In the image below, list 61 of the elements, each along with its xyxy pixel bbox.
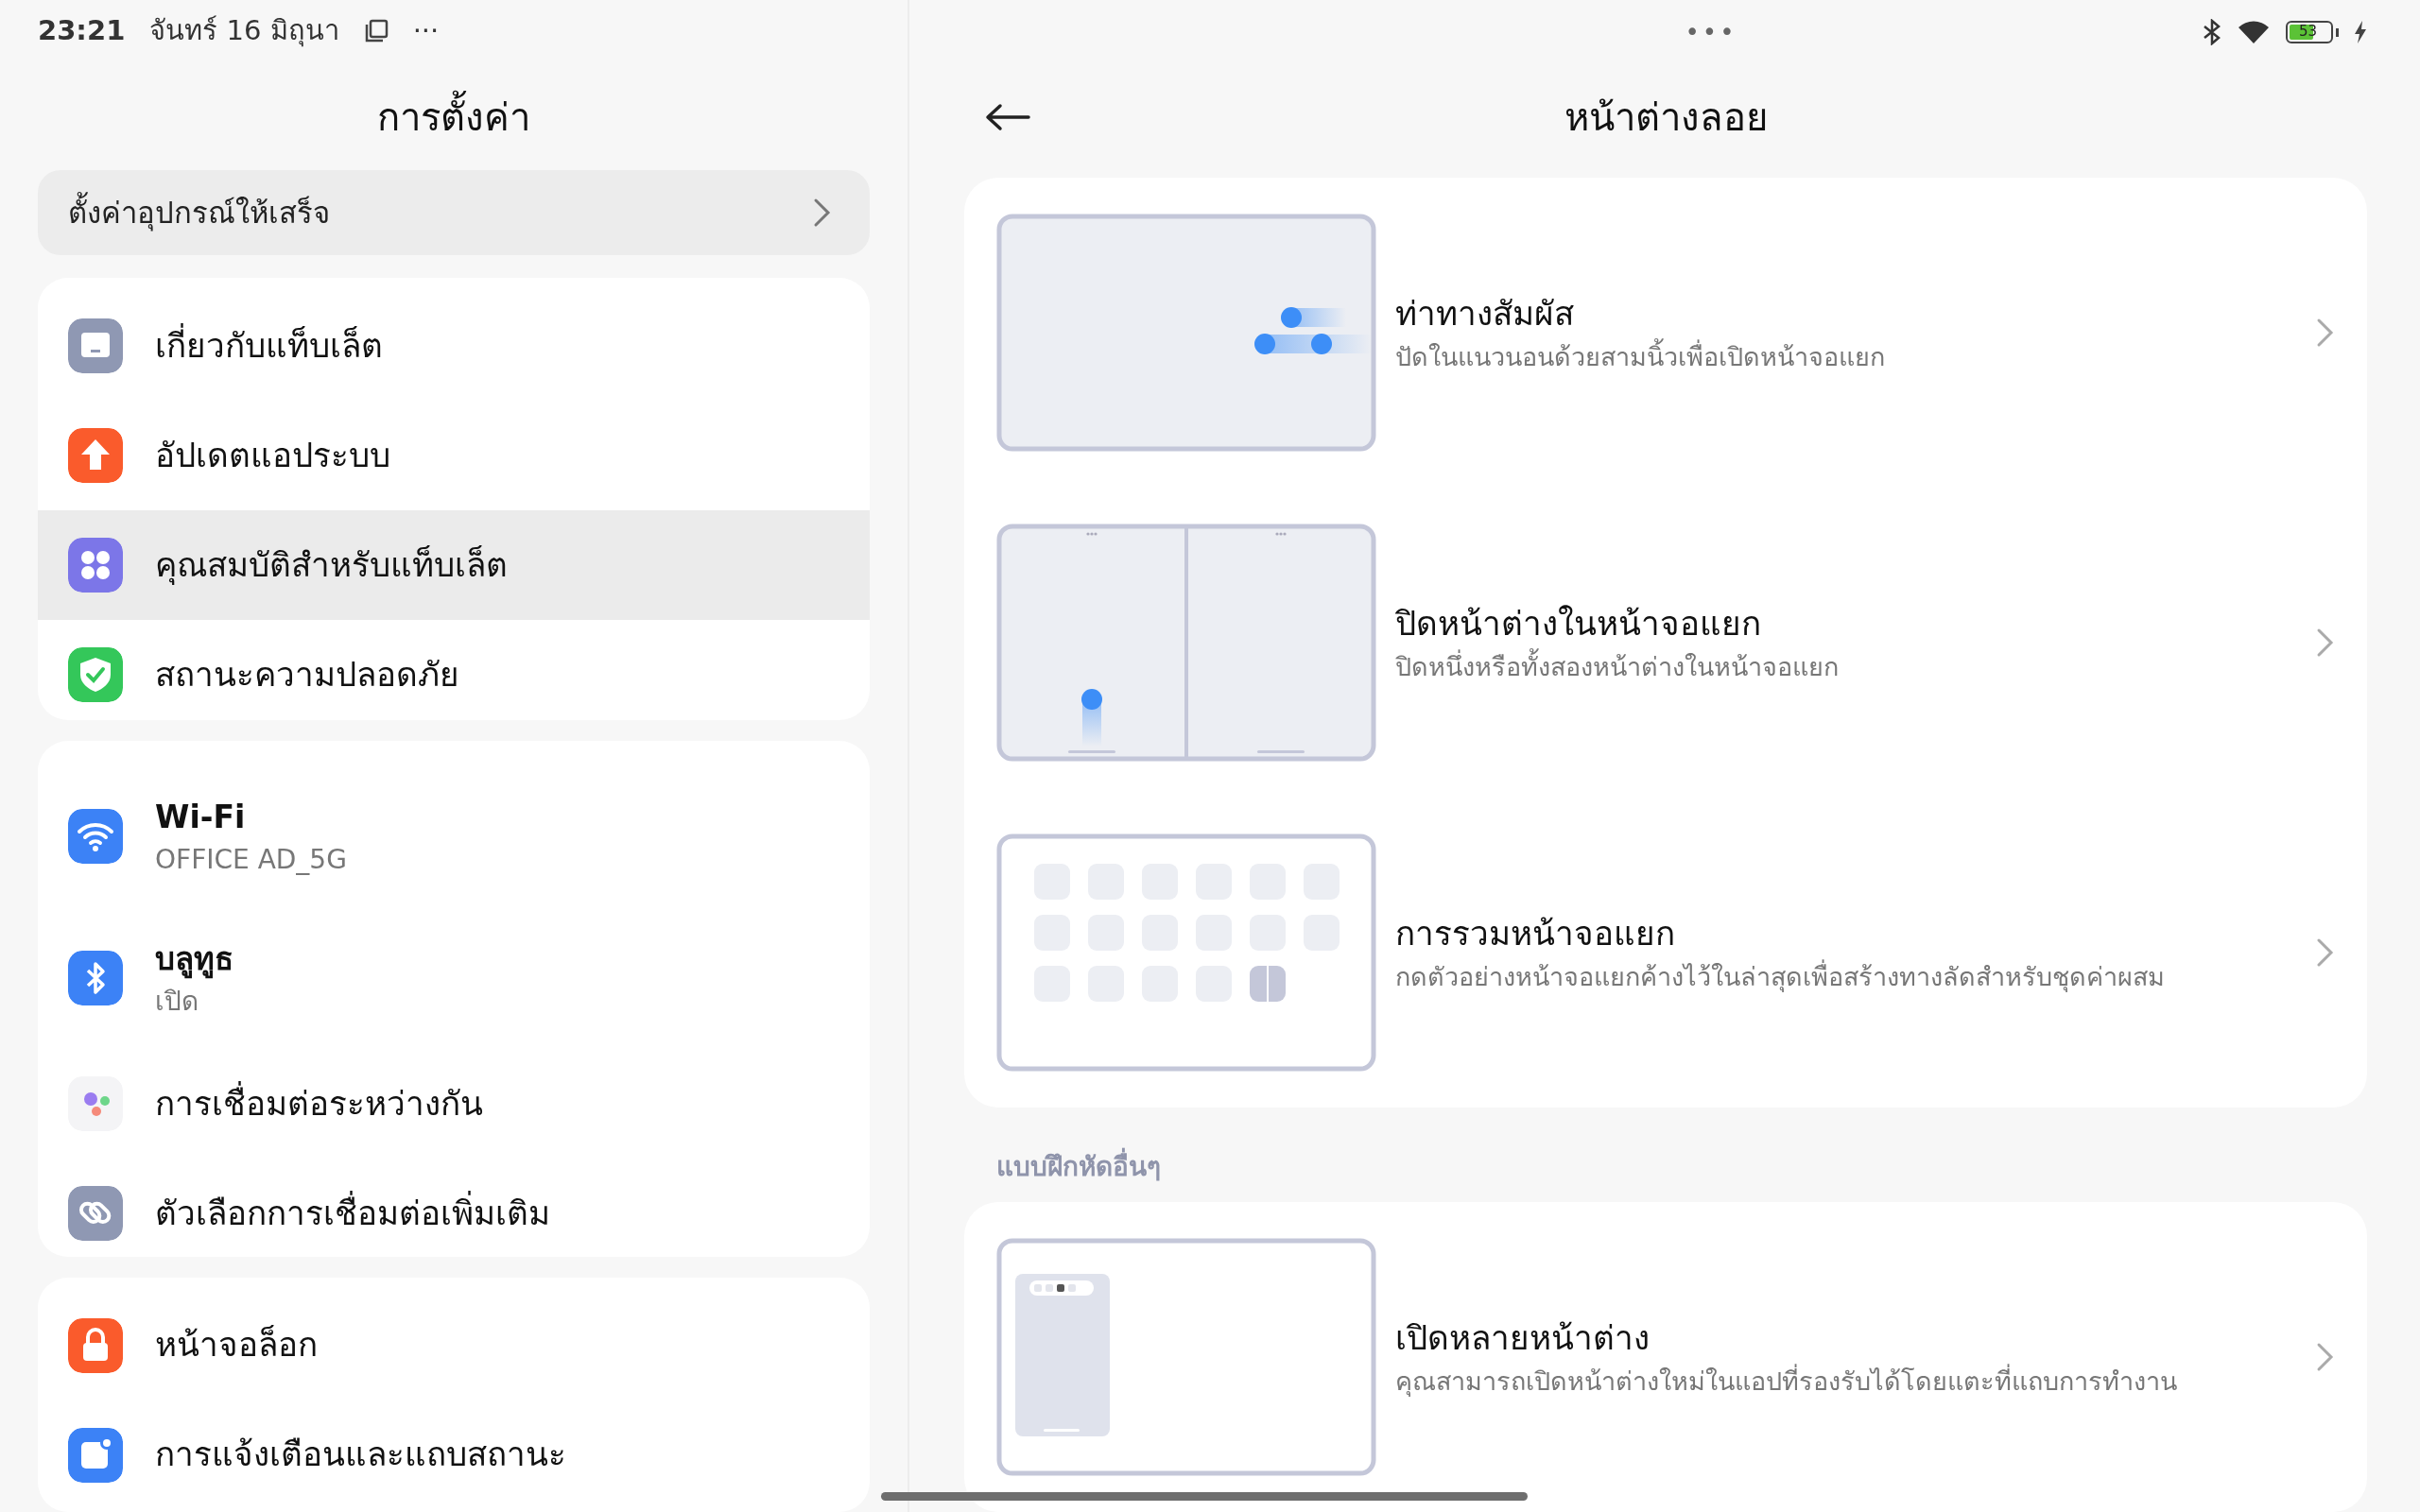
- settings-item[interactable]: หน้าจอล็อก: [38, 1290, 870, 1400]
- section-header: แบบฝึกหัดอื่นๆ: [964, 1108, 2367, 1202]
- status-time: 23:21: [38, 13, 126, 49]
- settings-item[interactable]: สถานะความปลอดภัย: [38, 619, 870, 721]
- item-label: อัปเดตแอประบบ: [155, 435, 390, 476]
- item-label: สถานะความปลอดภัย: [155, 654, 459, 696]
- link-icon: [68, 1186, 123, 1242]
- grid-dots-icon: [68, 537, 123, 593]
- page-title: หน้าต่างลอย: [1564, 94, 1768, 142]
- option-title: เปิดหลายหน้าต่าง: [1395, 1317, 1651, 1359]
- chevron-right-icon: [813, 198, 832, 229]
- option-item[interactable]: ปิดหน้าต่างในหน้าจอแยก ปิดหนึ่งหรือทั้งสองหน้าต่างในหน้าจอแยก: [996, 522, 2335, 764]
- settings-item[interactable]: ตัวเลือกการเชื่อมต่อเพิ่มเติม: [38, 1159, 870, 1257]
- window-handle-dots[interactable]: •••: [1685, 13, 1737, 51]
- option-subtitle: กดตัวอย่างหน้าจอแยกค้างไว้ในล่าสุดเพื่อสร้างทางลัดสำหรับชุดค่าผสม: [1395, 958, 2297, 997]
- item-label: การแจ้งเตือนและแถบสถานะ: [155, 1435, 566, 1476]
- item-label: หน้าจอล็อก: [155, 1324, 318, 1366]
- settings-item[interactable]: เกี่ยวกับแท็บเล็ต: [38, 290, 870, 401]
- settings-item[interactable]: อัปเดตแอประบบ: [38, 400, 870, 510]
- option-subtitle: ปัดในแนวนอนด้วยสามนิ้วเพื่อเปิดหน้าจอแยก: [1395, 338, 2297, 377]
- option-title: ท่าทางสัมผัส: [1395, 293, 1575, 335]
- item-label: Wi-Fi: [155, 797, 247, 837]
- tablet-icon: [68, 318, 123, 373]
- chevron-right-icon: [2316, 1342, 2335, 1372]
- colored-dots-icon: [68, 1076, 123, 1132]
- chevron-right-icon: [2316, 318, 2335, 348]
- notification-icon: [68, 1427, 123, 1483]
- option-title: การรวมหน้าจอแยก: [1395, 913, 1676, 954]
- page-title: การตั้งค่า: [38, 89, 870, 146]
- option-title: ปิดหน้าต่างในหน้าจอแยก: [1395, 603, 1762, 644]
- option-subtitle: คุณสามารถเปิดหน้าต่างใหม่ในแอปที่รองรับได้โดยแตะที่แถบการทำงาน: [1395, 1363, 2297, 1401]
- chevron-right-icon: [2316, 627, 2335, 658]
- option-item[interactable]: เปิดหลายหน้าต่าง คุณสามารถเปิดหน้าต่างใหม่ในแอปที่รองรับได้โดยแตะที่แถบการทำงาน: [996, 1236, 2335, 1478]
- item-label: เกี่ยวกับแท็บเล็ต: [155, 320, 383, 370]
- item-label: การเชื่อมต่อระหว่างกัน: [155, 1079, 483, 1129]
- shield-check-icon: [68, 646, 123, 702]
- item-value: OFFICE AD_5G: [155, 843, 347, 878]
- item-label: บลูทูธ: [155, 938, 233, 981]
- window-icon[interactable]: [363, 19, 389, 44]
- settings-item[interactable]: Wi-Fi OFFICE AD_5G: [38, 765, 870, 908]
- bluetooth-icon: [68, 951, 123, 1006]
- item-label: ตัวเลือกการเชื่อมต่อเพิ่มเติม: [155, 1189, 550, 1239]
- more-indicator[interactable]: ···: [412, 10, 440, 52]
- settings-item[interactable]: การแจ้งเตือนและแถบสถานะ: [38, 1400, 870, 1510]
- option-item[interactable]: การรวมหน้าจอแยก กดตัวอย่างหน้าจอแยกค้างไว้ในล่าสุดเพื่อสร้างทางลัดสำหรับชุดค่าผสม: [996, 832, 2335, 1074]
- status-date: จันทร์ 16 มิถุนา: [149, 13, 339, 49]
- chevron-right-icon: [2316, 937, 2335, 968]
- option-subtitle: ปิดหนึ่งหรือทั้งสองหน้าต่างในหน้าจอแยก: [1395, 648, 2297, 687]
- item-value: เปิด: [155, 985, 199, 1020]
- arrow-up-icon: [68, 427, 123, 483]
- item-label: คุณสมบัติสำหรับแท็บเล็ต: [155, 544, 508, 587]
- settings-item[interactable]: การเชื่อมต่อระหว่างกัน: [38, 1049, 870, 1160]
- back-arrow-icon[interactable]: [985, 103, 1030, 132]
- setup-banner[interactable]: ตั้งค่าอุปกรณ์ให้เสร็จ: [38, 170, 870, 255]
- settings-item[interactable]: คุณสมบัติสำหรับแท็บเล็ต: [38, 509, 870, 620]
- option-item[interactable]: ท่าทางสัมผัส ปัดในแนวนอนด้วยสามนิ้วเพื่อเปิดหน้าจอแยก: [996, 212, 2335, 454]
- wifi-icon: [68, 809, 123, 865]
- settings-item[interactable]: บลูทูธ เปิด: [38, 907, 870, 1050]
- charging-icon: [2354, 21, 2367, 44]
- lock-icon: [68, 1317, 123, 1373]
- bluetooth-icon: [2203, 19, 2221, 46]
